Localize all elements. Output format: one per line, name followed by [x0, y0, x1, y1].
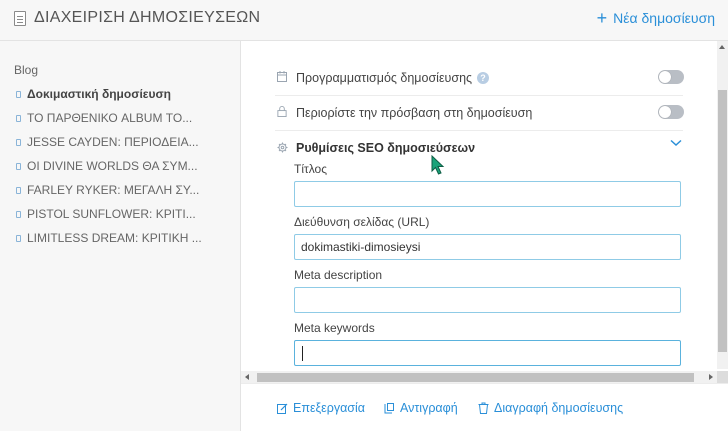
seo-section-header[interactable]: Ρυθμίσεις SEO δημοσιεύσεων	[275, 137, 683, 161]
delete-post-label: Διαγραφή δημοσίευσης	[494, 401, 624, 415]
vertical-scroll-thumb[interactable]	[718, 90, 727, 352]
scroll-right-arrow-icon[interactable]	[709, 374, 713, 380]
restrict-access-toggle[interactable]	[658, 105, 684, 119]
post-settings-panel: Προγραμματισμός δημοσίευσης? Περιορίστε …	[241, 41, 728, 431]
sidebar-post-item[interactable]: ΟΙ DIVINE WORLDS ΘΑ ΣΥΜ...	[14, 159, 217, 183]
scroll-left-arrow-icon[interactable]	[245, 374, 249, 380]
sidebar-post-item[interactable]: ΤΟ ΠΑΡΘΕΝΙΚΟ ALBUM ΤΟ...	[14, 111, 217, 135]
lock-icon	[277, 106, 287, 117]
settings-scroll-area: Προγραμματισμός δημοσίευσης? Περιορίστε …	[241, 41, 716, 369]
edit-icon	[277, 403, 288, 414]
mouse-pointer-icon	[431, 155, 445, 175]
schedule-label-text: Προγραμματισμός δημοσίευσης	[296, 71, 473, 85]
horizontal-scrollbar[interactable]	[241, 371, 717, 383]
page-title: ΔΙΑΧΕΙΡΙΣΗ ΔΗΜΟΣΙΕΥΣΕΩΝ	[34, 9, 261, 26]
restrict-access-row: Περιορίστε την πρόσβαση στη δημοσίευση	[275, 96, 684, 131]
scroll-up-arrow-icon[interactable]	[719, 45, 725, 49]
new-post-label: Νέα δημοσίευση	[613, 10, 715, 26]
scrollbar-corner	[717, 371, 728, 383]
delete-post-button[interactable]: Διαγραφή δημοσίευσης	[478, 401, 623, 415]
schedule-row: Προγραμματισμός δημοσίευσης?	[275, 61, 684, 96]
seo-url-input[interactable]	[294, 234, 681, 260]
new-post-button[interactable]: + Νέα δημοσίευση	[596, 8, 715, 28]
schedule-toggle[interactable]	[658, 70, 684, 84]
meta-description-input[interactable]	[294, 287, 681, 313]
copy-icon	[384, 402, 394, 413]
sidebar-post-item[interactable]: FARLEY RYKER: ΜΕΓΑΛΗ ΣΥ...	[14, 183, 217, 207]
help-icon[interactable]: ?	[477, 72, 490, 84]
chevron-down-icon[interactable]	[670, 139, 682, 147]
restrict-access-label: Περιορίστε την πρόσβαση στη δημοσίευση	[296, 106, 533, 120]
gear-icon	[277, 142, 288, 153]
calendar-icon	[277, 71, 287, 82]
vertical-scrollbar[interactable]	[717, 41, 728, 369]
post-list: Δοκιμαστική δημοσίευση ΤΟ ΠΑΡΘΕΝΙΚΟ ALBU…	[14, 87, 217, 255]
edit-label: Επεξεργασία	[293, 401, 366, 415]
sidebar: Blog Δοκιμαστική δημοσίευση ΤΟ ΠΑΡΘΕΝΙΚΟ…	[0, 41, 241, 431]
top-bar: ΔΙΑΧΕΙΡΙΣΗ ΔΗΜΟΣΙΕΥΣΕΩΝ + Νέα δημοσίευση	[0, 0, 728, 41]
sidebar-post-item[interactable]: JESSE CAYDEN: ΠΕΡΙΟΔΕΙΑ...	[14, 135, 217, 159]
sidebar-blog-label: Blog	[14, 63, 39, 77]
seo-url-label: Διεύθυνση σελίδας (URL)	[294, 215, 430, 229]
seo-title-label: Τίτλος	[294, 162, 328, 176]
meta-keywords-label: Meta keywords	[294, 321, 375, 335]
horizontal-scroll-thumb[interactable]	[257, 373, 694, 382]
text-caret	[302, 346, 303, 361]
sidebar-post-item[interactable]: PISTOL SUNFLOWER: ΚΡΙΤΙ...	[14, 207, 217, 231]
seo-section-label: Ρυθμίσεις SEO δημοσιεύσεων	[296, 141, 476, 155]
sidebar-post-item[interactable]: Δοκιμαστική δημοσίευση	[14, 87, 217, 111]
trash-icon	[478, 402, 489, 414]
schedule-label: Προγραμματισμός δημοσίευσης?	[296, 71, 490, 85]
meta-keywords-input[interactable]	[294, 340, 681, 366]
copy-label: Αντιγραφή	[400, 401, 458, 415]
document-icon	[14, 11, 26, 26]
post-actions-bar: Επεξεργασία Αντιγραφή Διαγραφή δημοσίευσ…	[241, 383, 728, 432]
seo-title-input[interactable]	[294, 181, 681, 207]
meta-description-label: Meta description	[294, 268, 383, 282]
copy-button[interactable]: Αντιγραφή	[384, 401, 458, 415]
edit-button[interactable]: Επεξεργασία	[277, 401, 365, 415]
sidebar-post-item[interactable]: LIMITLESS DREAM: ΚΡΙΤΙΚΗ ...	[14, 231, 217, 255]
plus-icon: +	[596, 8, 608, 28]
